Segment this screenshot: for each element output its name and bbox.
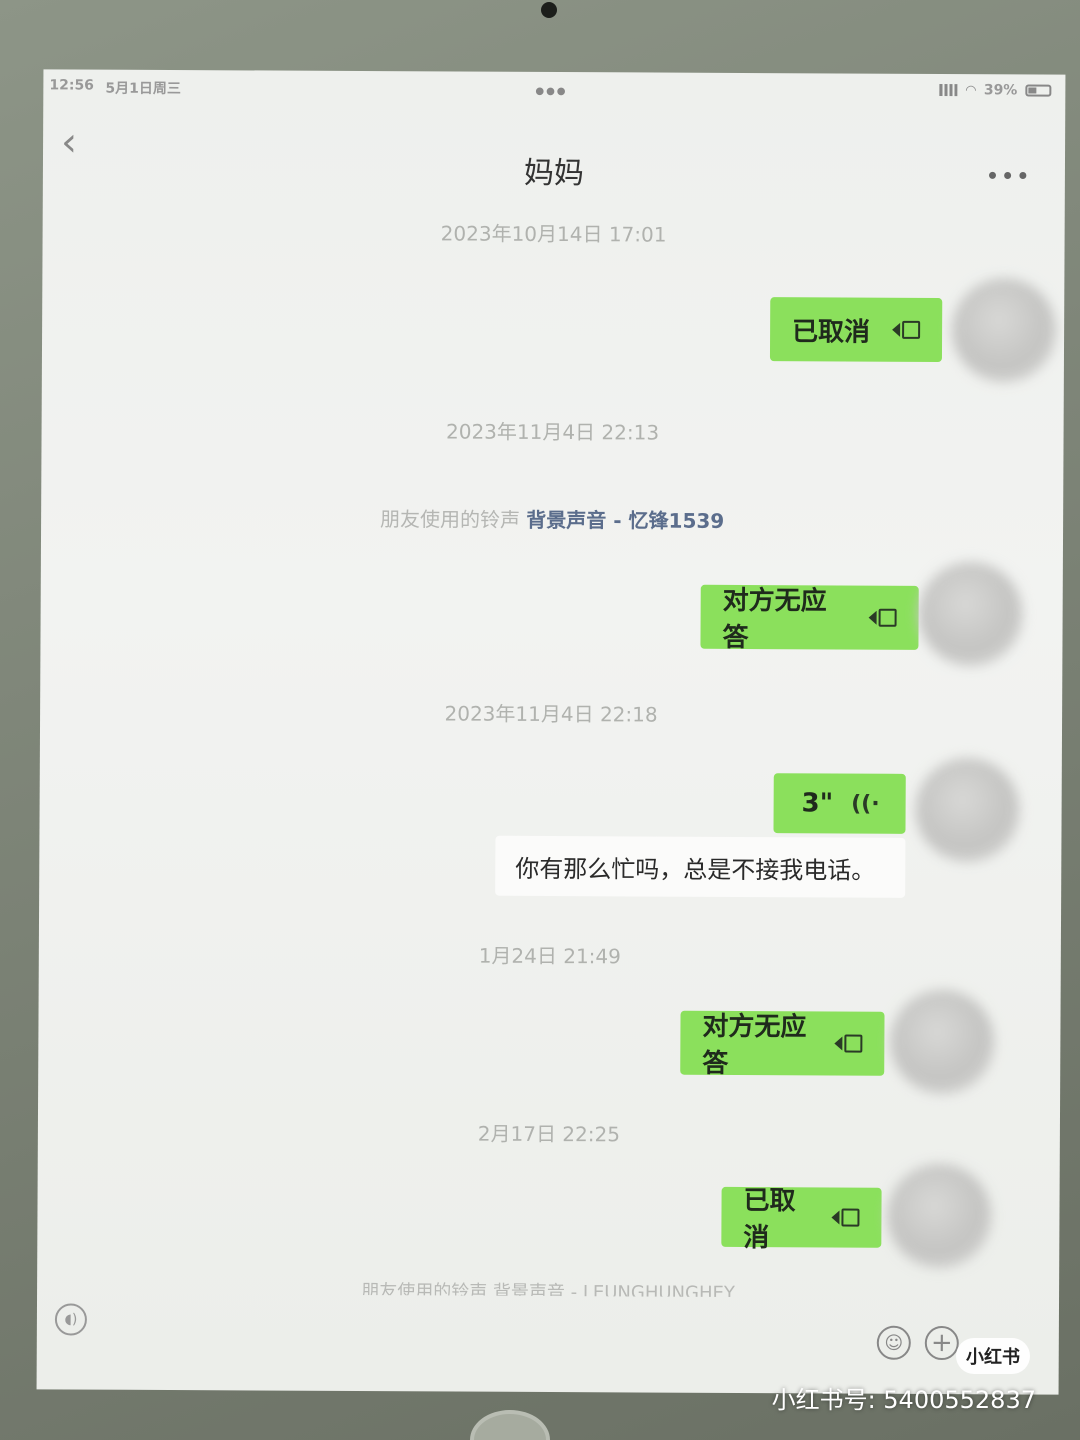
ringtone-note: 朋友使用的铃声 背景声音 - 忆锋1539 (41, 501, 1063, 535)
avatar[interactable] (918, 561, 1023, 667)
chat-nav-bar: ‹ 妈妈 ••• (43, 105, 1065, 191)
video-call-icon (868, 608, 897, 627)
watermark-id: 小红书号: 5400552837 (771, 1386, 1036, 1414)
call-record-bubble[interactable]: 已取消 (721, 1186, 882, 1253)
avatar[interactable] (887, 1163, 992, 1269)
status-date: 5月1日周三 (105, 80, 181, 98)
voice-input-icon[interactable]: ◖) (54, 1303, 88, 1336)
message-timestamp: 2023年11月4日 22:18 (444, 701, 658, 727)
message-timestamp: 2月17日 22:25 (477, 1121, 621, 1147)
voice-message-bubble[interactable]: 3" ((· (773, 773, 906, 834)
avatar[interactable] (890, 989, 995, 1095)
status-bar: 12:56 5月1日周三 ●●● ◠ 39% (43, 69, 1065, 106)
video-call-icon (892, 320, 921, 339)
emoji-icon[interactable]: ☺ (876, 1325, 911, 1360)
message-timestamp: 1月24日 21:49 (478, 943, 621, 969)
home-button[interactable] (470, 1410, 550, 1440)
front-camera (541, 2, 557, 18)
voice-wave-icon: ((· (851, 791, 880, 817)
video-call-icon (831, 1208, 860, 1227)
signal-icon (939, 84, 958, 97)
call-status-text: 对方无应答 (702, 1011, 807, 1079)
tablet-screen: 12:56 5月1日周三 ●●● ◠ 39% ‹ 妈妈 ••• 2023年10月… (36, 69, 1066, 1395)
video-call-icon (834, 1034, 863, 1053)
watermark-logo: 小红书 (956, 1338, 1030, 1374)
call-status-text: 已取消 (792, 316, 871, 348)
ringtone-note-prefix: 朋友使用的铃声 (379, 507, 521, 532)
voice-duration: 3" (801, 788, 834, 819)
multitask-dots-icon[interactable]: ●●● (535, 86, 567, 97)
tablet-frame: 12:56 5月1日周三 ●●● ◠ 39% ‹ 妈妈 ••• 2023年10月… (0, 0, 1080, 1440)
voice-transcript: 你有那么忙吗，总是不接我电话。 (495, 835, 906, 898)
battery-icon (1025, 84, 1052, 97)
call-record-bubble[interactable]: 对方无应答 (700, 584, 919, 653)
call-status-text: 已取消 (743, 1186, 796, 1254)
call-record-bubble[interactable]: 已取消 (769, 297, 943, 363)
message-input[interactable] (107, 1298, 867, 1346)
status-time: 12:56 (49, 77, 94, 94)
more-options-icon[interactable]: ••• (985, 162, 1031, 190)
chat-title: 妈妈 (523, 155, 585, 192)
voice-transcript-text: 你有那么忙吗，总是不接我电话。 (515, 854, 876, 885)
ringtone-link[interactable]: 背景声音 - 忆锋1539 (526, 508, 724, 533)
status-indicators: ◠ 39% (939, 82, 1052, 99)
battery-percent: 39% (983, 82, 1018, 99)
avatar[interactable] (951, 278, 1057, 383)
wifi-icon: ◠ (965, 82, 976, 98)
plus-icon[interactable]: + (924, 1325, 959, 1361)
message-timestamp: 2023年10月14日 17:01 (440, 221, 667, 247)
call-status-text: 对方无应答 (722, 585, 827, 654)
avatar[interactable] (915, 757, 1020, 863)
call-record-bubble[interactable]: 对方无应答 (680, 1010, 885, 1079)
message-timestamp: 2023年11月4日 22:13 (445, 419, 660, 445)
